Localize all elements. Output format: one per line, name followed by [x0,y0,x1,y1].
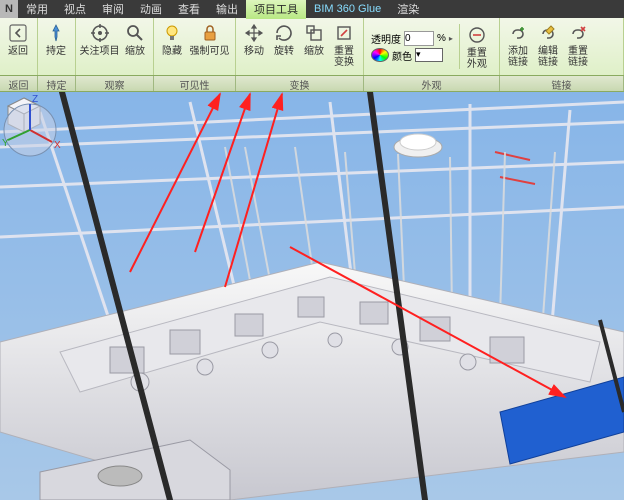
opacity-unit: % [437,33,446,44]
rotate-icon [273,22,295,44]
reset-icon [333,22,355,44]
menu-bim360[interactable]: BIM 360 Glue [306,1,389,17]
reset-appearance-button[interactable]: 重置 外观 [462,22,492,72]
hold-label: 持定 [46,46,66,57]
bulb-icon [161,22,183,44]
menubar: N 常用 视点 审阅 动画 查看 输出 项目工具 BIM 360 Glue 渲染 [0,0,624,18]
move-label: 移动 [244,46,264,57]
menu-animation[interactable]: 动画 [132,0,170,19]
menu-common[interactable]: 常用 [18,0,56,19]
reset-transform-button[interactable]: 重置 变换 [329,20,359,70]
menu-item-tools[interactable]: 项目工具 [246,0,306,19]
color-swatch-icon [371,48,389,62]
panel-observe: 观察 [76,76,154,91]
link-add-icon [507,22,529,44]
arrow-left-icon [7,22,29,44]
force-visible-button[interactable]: 强制可见 [187,20,232,59]
zoom-label: 缩放 [125,46,145,57]
add-link-button[interactable]: 添加 链接 [503,20,533,70]
lock-icon [199,22,221,44]
rotate-button[interactable]: 旋转 [269,20,299,59]
back-button[interactable]: 返回 [3,20,33,59]
ribbon-panels: 返回 持定 观察 可见性 变换 外观 链接 [0,76,624,92]
move-button[interactable]: 移动 [239,20,269,59]
color-label: 颜色 [392,48,412,63]
panel-hold: 持定 [38,76,76,91]
back-label: 返回 [8,46,28,57]
link-reset-icon [567,22,589,44]
color-control: 颜色 ▾ [371,48,453,63]
panel-appearance: 外观 [364,76,500,91]
focus-item-label: 关注项目 [80,46,120,57]
add-link-label: 添加 链接 [508,46,528,68]
rotate-label: 旋转 [274,46,294,57]
focus-item-button[interactable]: 关注项目 [79,20,120,59]
reset-link-button[interactable]: 重置 链接 [563,20,593,70]
pin-icon [45,22,67,44]
panel-links: 链接 [500,76,624,91]
axis-triad[interactable]: X Y Z [0,92,68,160]
menu-view[interactable]: 查看 [170,0,208,19]
menu-output[interactable]: 输出 [208,0,246,19]
3d-viewport[interactable]: X Y Z [0,92,624,500]
reset-link-label: 重置 链接 [568,46,588,68]
opacity-input[interactable] [404,31,434,46]
zoom-button[interactable]: 缩放 [120,20,150,59]
scale-icon [303,22,325,44]
ribbon: 返回 持定 关注项目 [0,18,624,76]
scale-button[interactable]: 缩放 [299,20,329,59]
target-icon [89,22,111,44]
panel-visibility: 可见性 [154,76,236,91]
model-scene [0,92,624,500]
link-edit-icon [537,22,559,44]
opacity-control: 透明度 % ▸ [371,31,453,46]
axis-z-label: Z [32,94,38,105]
edit-link-label: 编辑 链接 [538,46,558,68]
hide-button[interactable]: 隐藏 [157,20,187,59]
opacity-label: 透明度 [371,31,401,46]
force-visible-label: 强制可见 [190,46,230,57]
menu-render[interactable]: 渲染 [389,0,427,19]
color-dropdown[interactable]: ▾ [415,48,443,62]
menu-viewpoint[interactable]: 视点 [56,0,94,19]
magnifier-icon [124,22,146,44]
edit-link-button[interactable]: 编辑 链接 [533,20,563,70]
reset-transform-label: 重置 变换 [334,46,354,68]
axis-y-label: Y [2,138,9,149]
hide-label: 隐藏 [162,46,182,57]
app-icon: N [0,0,18,18]
menu-review[interactable]: 审阅 [94,0,132,19]
hold-button[interactable]: 持定 [41,20,71,59]
opacity-expand-icon[interactable]: ▸ [449,34,453,43]
panel-transform: 变换 [236,76,364,91]
reset-appearance-icon [466,24,488,46]
scale-label: 缩放 [304,46,324,57]
move-icon [243,22,265,44]
axis-x-label: X [54,140,61,151]
panel-back: 返回 [0,76,38,91]
reset-appearance-label: 重置 外观 [467,48,487,70]
